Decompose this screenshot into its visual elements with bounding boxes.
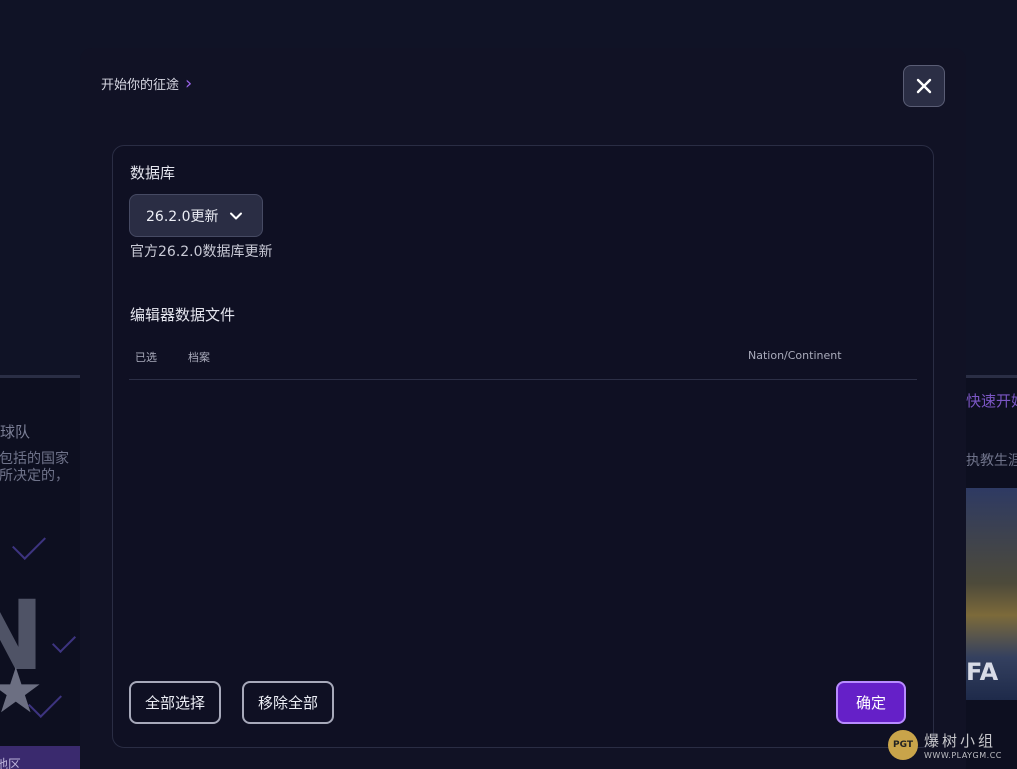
select-all-button[interactable]: 全部选择 bbox=[129, 681, 221, 724]
database-description: 官方26.2.0数据库更新 bbox=[130, 244, 273, 260]
close-button[interactable] bbox=[903, 65, 945, 107]
app-screen: 的球队 认包括的国家 部所决定的， N ★ 地区 快速开始 执教生涯 FA 开始… bbox=[0, 0, 1017, 769]
background-left-desc-2: 部所决定的， bbox=[0, 468, 69, 484]
chevron-right-icon: › bbox=[185, 73, 193, 94]
remove-all-button[interactable]: 移除全部 bbox=[242, 681, 334, 724]
editor-files-title: 编辑器数据文件 bbox=[130, 306, 236, 324]
background-right-subtitle: 执教生涯 bbox=[966, 453, 1017, 469]
settings-card: 数据库 26.2.0更新 官方26.2.0数据库更新 编辑器数据文件 已选 档案… bbox=[112, 145, 934, 748]
database-select[interactable]: 26.2.0更新 bbox=[129, 194, 263, 237]
watermark: PGT 爆树小组 WWW.PLAYGM.CC bbox=[888, 730, 1002, 760]
breadcrumb[interactable]: 开始你的征途 › bbox=[101, 73, 192, 93]
database-select-value: 26.2.0更新 bbox=[146, 208, 219, 225]
confirm-button[interactable]: 确定 bbox=[836, 681, 906, 724]
column-header-profile[interactable]: 档案 bbox=[188, 349, 210, 365]
column-header-selected[interactable]: 已选 bbox=[135, 349, 157, 365]
chevron-down-icon bbox=[229, 212, 242, 219]
close-icon bbox=[916, 78, 932, 94]
table-header-divider bbox=[129, 379, 917, 380]
watermark-chinese: 爆树小组 bbox=[924, 732, 997, 750]
background-right-art-text: FA bbox=[966, 658, 999, 686]
watermark-url: WWW.PLAYGM.CC bbox=[924, 751, 1002, 760]
background-star-icon: ★ bbox=[0, 654, 44, 727]
database-title: 数据库 bbox=[130, 164, 176, 182]
background-left-title: 的球队 bbox=[0, 423, 31, 441]
breadcrumb-label: 开始你的征途 bbox=[101, 77, 180, 93]
watermark-logo: PGT bbox=[888, 730, 918, 760]
background-left-bar-text: 地区 bbox=[0, 758, 22, 769]
background-right-link: 快速开始 bbox=[966, 392, 1017, 410]
database-modal: 开始你的征途 › 数据库 26.2.0更新 官方26.2.0数据库更新 编辑器数… bbox=[80, 48, 966, 769]
column-header-nation[interactable]: Nation/Continent bbox=[748, 349, 842, 362]
